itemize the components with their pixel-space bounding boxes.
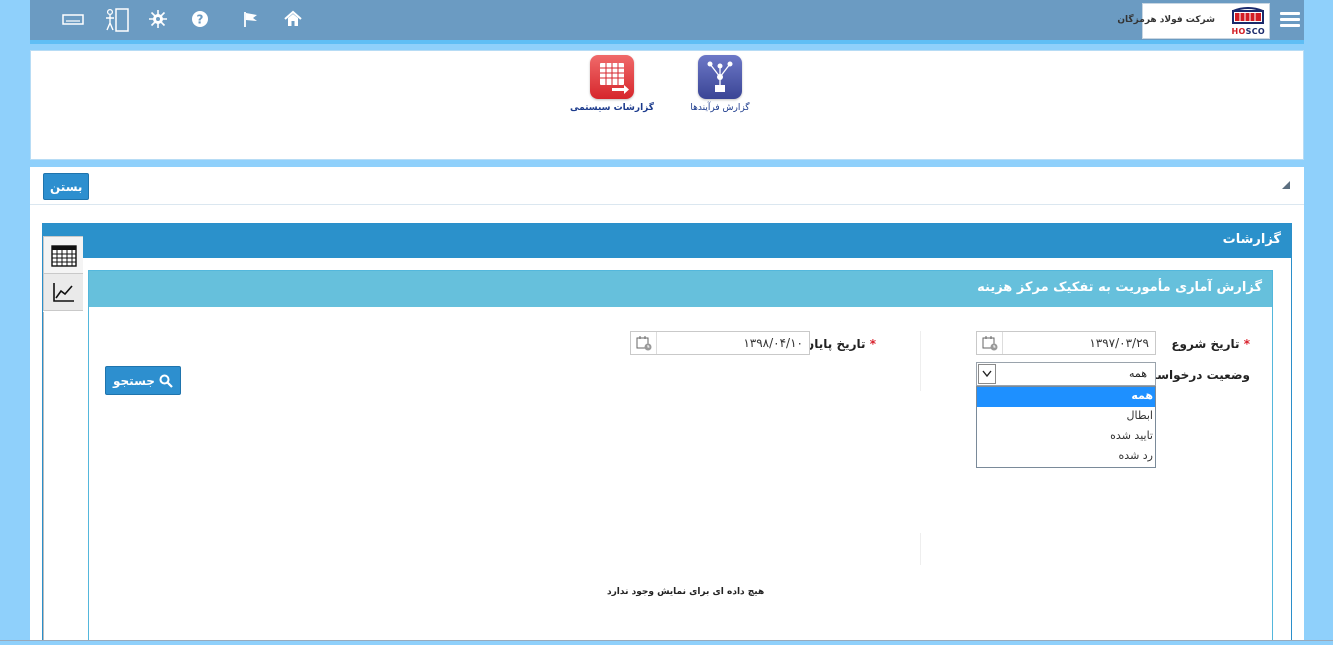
tile-label: گزارش فرآیندها	[690, 103, 750, 113]
bottom-bar	[0, 640, 1333, 645]
end-date-value: ۱۳۹۸/۰۴/۱۰	[743, 336, 803, 350]
toolbar-strip: بستن	[30, 167, 1304, 205]
status-selected: همه	[1128, 367, 1147, 380]
start-date-value: ۱۳۹۷/۰۳/۲۹	[1089, 336, 1149, 350]
divider	[43, 312, 44, 642]
main-content: گزارشات گزارش آماری مأموریت به تفکیک مرک…	[30, 205, 1304, 645]
home-icon[interactable]	[281, 8, 305, 30]
empty-state-text: هیچ داده ای برای نمایش وجود ندارد	[607, 587, 765, 597]
search-label: جستجو	[113, 373, 155, 388]
svg-text:?: ?	[197, 13, 204, 27]
company-logo: شرکت فولاد هرمزگان HOSCO	[1117, 3, 1270, 39]
end-date-field[interactable]: ۱۳۹۸/۰۴/۱۰	[630, 331, 810, 355]
side-tabs	[43, 236, 83, 311]
door-exit-icon[interactable]	[103, 6, 133, 34]
status-label: وضعیت درخواست	[1144, 368, 1250, 382]
help-icon[interactable]: ?	[188, 8, 212, 30]
end-date-label: * تاریخ پایان	[804, 337, 876, 351]
keyboard-icon[interactable]	[61, 8, 85, 30]
tile-label: گزارشات سیستمی	[569, 103, 654, 113]
divider	[920, 331, 921, 391]
calendar-icon[interactable]	[631, 332, 657, 354]
status-option[interactable]: تایید شده	[977, 427, 1155, 447]
flag-icon[interactable]	[239, 8, 263, 30]
tile-process-reports[interactable]: گزارش فرآیندها	[675, 55, 765, 113]
status-option[interactable]: ابطال	[977, 407, 1155, 427]
search-button[interactable]: جستجو	[105, 366, 181, 395]
reports-panel: گزارشات گزارش آماری مأموریت به تفکیک مرک…	[42, 223, 1292, 645]
status-dropdown: همه ابطال تایید شده رد شده	[976, 386, 1156, 468]
status-select[interactable]: همه	[976, 362, 1156, 386]
calendar-grid-icon[interactable]	[43, 236, 83, 274]
brand-text: HOSCO	[1231, 27, 1265, 36]
start-date-field[interactable]: ۱۳۹۷/۰۳/۲۹	[976, 331, 1156, 355]
reports-title: گزارشات	[43, 224, 1291, 258]
search-icon	[159, 374, 173, 388]
status-option[interactable]: رد شده	[977, 447, 1155, 467]
divider	[920, 533, 921, 565]
company-name: شرکت فولاد هرمزگان	[1117, 15, 1215, 25]
process-flow-icon	[698, 55, 742, 99]
top-bar: ? شرکت فولاد هرمزگان HOSCO	[30, 0, 1304, 44]
status-option[interactable]: همه	[977, 387, 1155, 407]
tile-system-reports[interactable]: گزارشات سیستمی	[567, 55, 657, 113]
app-launcher: گزارشات سیستمی گزارش فرآیندها	[30, 50, 1304, 160]
menu-icon[interactable]	[1280, 12, 1300, 28]
line-chart-icon[interactable]	[43, 273, 83, 311]
start-date-label: * تاریخ شروع	[1171, 337, 1250, 351]
calendar-icon[interactable]	[977, 332, 1003, 354]
close-button[interactable]: بستن	[43, 173, 90, 200]
report-panel: گزارش آماری مأموریت به تفکیک مرکز هزینه …	[88, 270, 1273, 645]
chevron-down-icon[interactable]	[978, 364, 996, 384]
report-title: گزارش آماری مأموریت به تفکیک مرکز هزینه	[89, 271, 1272, 307]
report-table-icon	[590, 55, 634, 99]
virus-icon[interactable]	[146, 8, 170, 30]
collapse-arrow-icon[interactable]	[1282, 181, 1290, 189]
